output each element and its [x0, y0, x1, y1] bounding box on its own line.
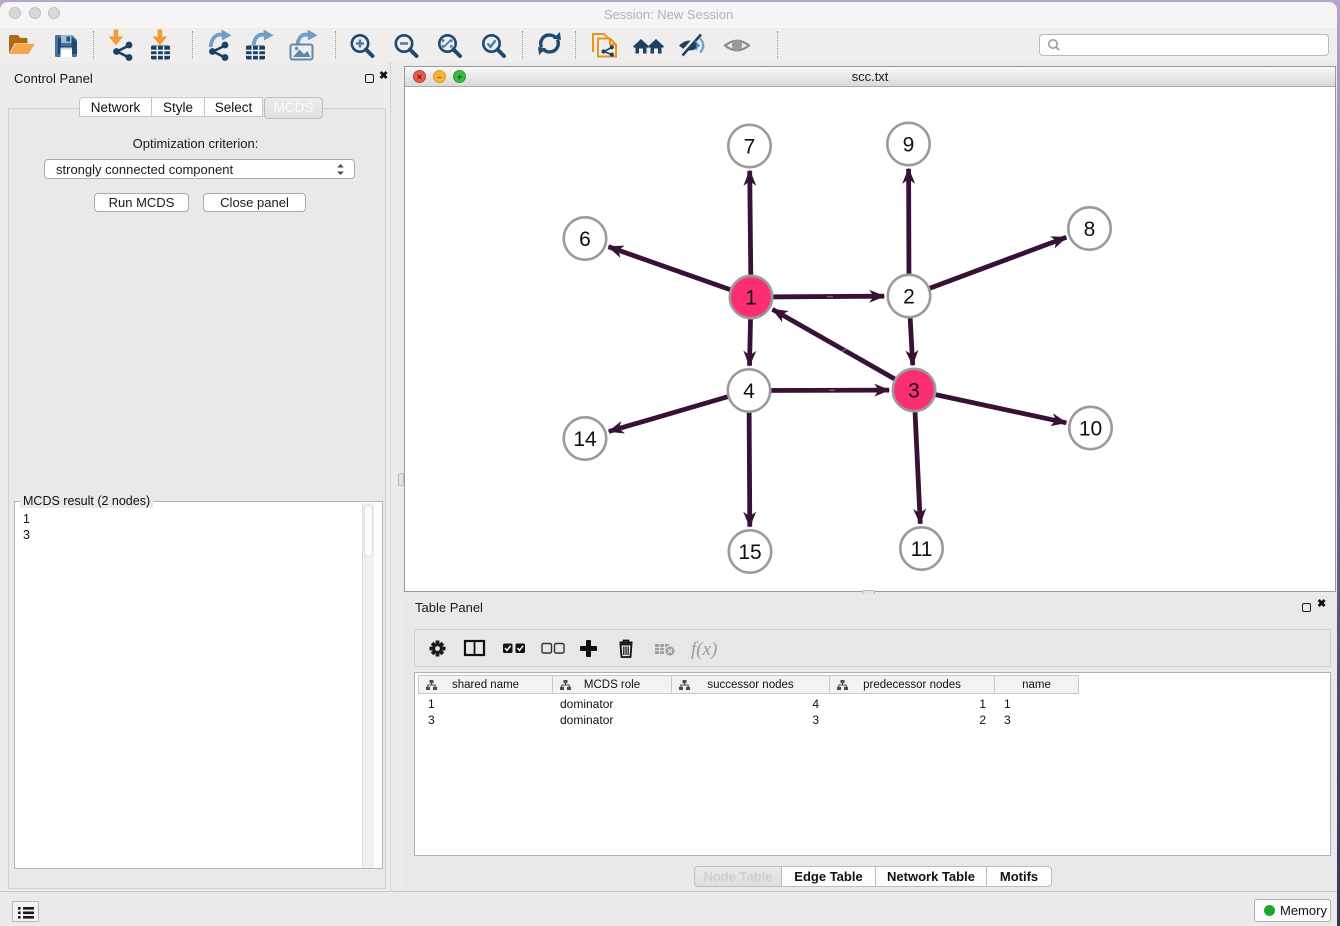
svg-text:11: 11: [911, 538, 933, 561]
svg-text:10: 10: [1079, 418, 1102, 441]
svg-text:9: 9: [903, 134, 915, 157]
svg-text:4: 4: [743, 380, 755, 403]
svg-text:8: 8: [1084, 218, 1096, 241]
svg-text:7: 7: [744, 136, 756, 159]
svg-text:2: 2: [903, 286, 915, 309]
svg-text:14: 14: [573, 428, 597, 451]
svg-text:6: 6: [579, 228, 591, 251]
svg-text:15: 15: [738, 541, 761, 564]
svg-text:3: 3: [908, 380, 920, 403]
svg-text:1: 1: [745, 287, 757, 310]
svg-text:f(x): f(x): [691, 639, 717, 660]
